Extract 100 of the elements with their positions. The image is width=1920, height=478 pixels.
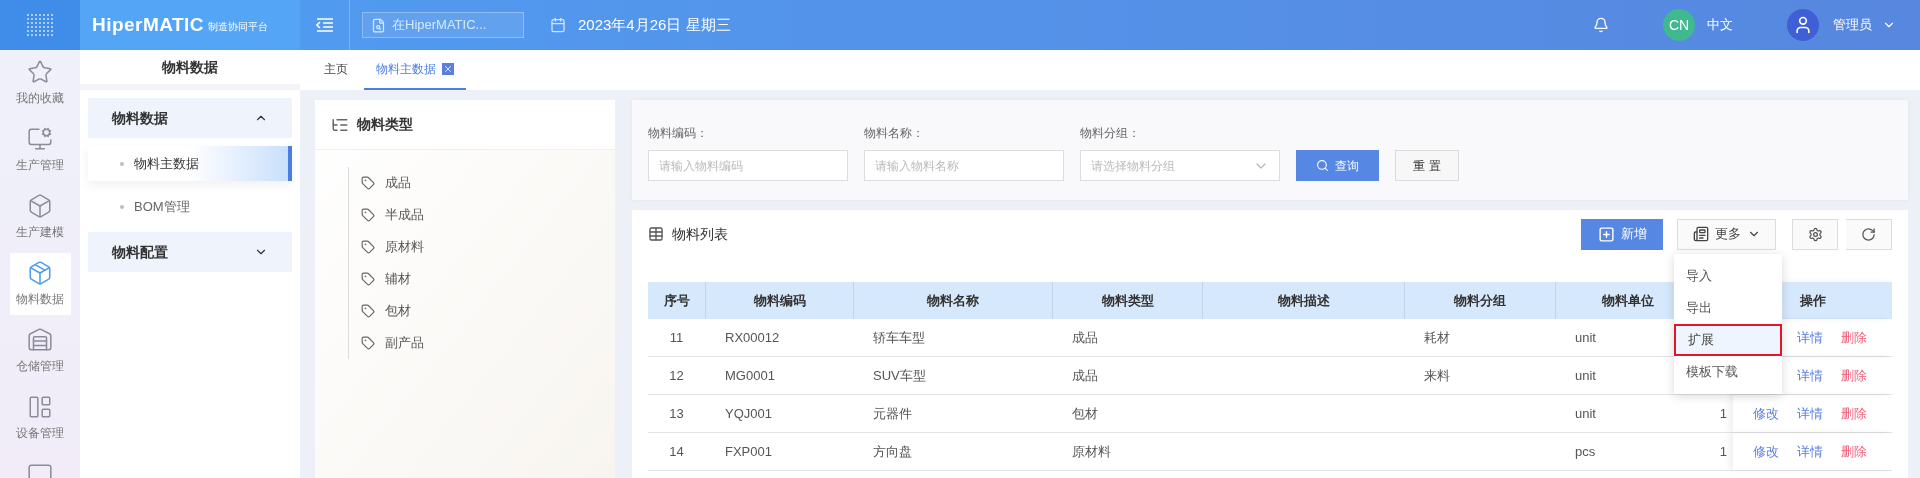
tab[interactable]: 主页 <box>312 50 360 90</box>
action-link[interactable]: 删除 <box>1841 441 1885 462</box>
column-header: 物料描述 <box>1277 291 1330 310</box>
table-cell-text: 方向盘 <box>872 442 913 461</box>
action-link[interactable]: 修改 <box>1753 441 1797 462</box>
refresh-button[interactable] <box>1846 218 1892 250</box>
table-cell-text: 成品 <box>1071 366 1099 385</box>
tag-icon <box>361 272 375 286</box>
table-cell-text: 原材料 <box>1071 442 1112 461</box>
tree-item[interactable]: 半成品 <box>349 199 424 231</box>
action-link[interactable]: 删除 <box>1841 403 1885 424</box>
tree-item[interactable]: 原材料 <box>349 231 424 263</box>
column-header: 物料分组 <box>1454 291 1506 310</box>
settings-icon <box>1807 226 1823 242</box>
input-field[interactable]: 请输入物料编码 <box>659 156 837 175</box>
tab[interactable]: 物料主数据 <box>364 50 466 90</box>
refresh-icon <box>1861 226 1876 242</box>
rail-item[interactable]: 生产建模 <box>9 186 71 248</box>
input-box[interactable]: 请输入物料编码 <box>648 150 848 181</box>
column-header: 序号 <box>663 291 690 310</box>
input-box[interactable]: 请输入物料名称 <box>864 150 1064 181</box>
column-header: 物料编码 <box>753 291 806 310</box>
menu-option[interactable]: 模板下载 <box>1674 355 1782 388</box>
menu-group[interactable]: 物料数据 <box>88 98 292 138</box>
date-text: 2023年4月26日 星期三 <box>578 14 731 35</box>
query-button[interactable]: 查询 <box>1296 150 1379 181</box>
add-button[interactable]: 新增 <box>1581 218 1663 250</box>
rail-item[interactable]: 我的收藏 <box>9 52 71 114</box>
input-field[interactable]: 请输入物料名称 <box>875 156 1053 175</box>
tag-icon <box>361 176 375 190</box>
menu-option[interactable]: 导入 <box>1674 259 1782 292</box>
avatar-icon[interactable] <box>1787 9 1819 41</box>
table-cell: unit <box>1575 405 1596 421</box>
search-field[interactable]: 在HiperMATIC... <box>362 12 524 38</box>
warehouse-icon <box>27 327 53 353</box>
select-box[interactable]: 请选择物料分组 <box>1080 150 1280 181</box>
monitor-gear-icon <box>27 126 53 152</box>
reset-button[interactable]: 重 置 <box>1395 150 1459 181</box>
panel-title: 物料类型 <box>357 115 413 134</box>
menu-item[interactable]: BOM管理 <box>88 189 292 224</box>
action-link[interactable]: 详情 <box>1797 365 1841 386</box>
tree-item[interactable]: 副产品 <box>349 327 424 359</box>
language-badge[interactable]: CN <box>1663 9 1695 41</box>
rail-item[interactable]: 生产管理 <box>9 119 71 181</box>
table-icon <box>648 226 664 242</box>
table-cell-text: 成品 <box>1071 328 1099 347</box>
close-icon[interactable] <box>442 63 454 75</box>
field-label: 物料分组： <box>1080 125 1141 142</box>
action-link[interactable]: 详情 <box>1797 327 1841 348</box>
table-cell-text: RX00012 <box>724 328 781 347</box>
menu-icon[interactable] <box>315 17 334 33</box>
action-link[interactable]: 详情 <box>1797 403 1841 424</box>
search-input[interactable]: 在HiperMATIC... <box>392 15 515 35</box>
star-icon <box>27 59 53 85</box>
add-icon <box>1597 225 1615 243</box>
action-link[interactable]: 详情 <box>1797 441 1841 462</box>
table-cell-text: 11 <box>668 328 685 347</box>
table-cell-text: 1 <box>1718 442 1728 461</box>
brand-name: HiperMATIC <box>92 12 205 37</box>
tree-item[interactable]: 成品 <box>349 167 424 199</box>
tree-item[interactable]: 包材 <box>349 295 424 327</box>
user-name[interactable]: 管理员 <box>1833 15 1872 35</box>
notification-icon[interactable] <box>1593 17 1609 33</box>
table-cell-text: 12 <box>668 366 685 385</box>
table-cell: unit <box>1575 367 1596 383</box>
language-label[interactable]: 中文 <box>1707 15 1733 35</box>
more-button[interactable]: 更多 <box>1677 218 1776 250</box>
menu-option[interactable]: 扩展 <box>1674 323 1782 356</box>
settings-button[interactable] <box>1792 218 1838 250</box>
action-link[interactable]: 删除 <box>1841 365 1885 386</box>
menu-item[interactable]: 物料主数据 <box>88 146 292 181</box>
table-cell-text: FXP001 <box>724 442 773 461</box>
logo-icon <box>25 13 55 37</box>
search-icon <box>371 17 386 33</box>
rail-item[interactable]: 仓储管理 <box>9 320 71 382</box>
package-icon <box>27 260 53 286</box>
menu-option[interactable]: 导出 <box>1674 291 1782 324</box>
action-link[interactable]: 删除 <box>1841 327 1885 348</box>
action-link[interactable]: 修改 <box>1753 403 1797 424</box>
menu-group[interactable]: 物料配置 <box>88 232 292 272</box>
brand-subtitle: 制造协同平台 <box>208 20 269 34</box>
column-header: 物料名称 <box>927 291 979 310</box>
table-cell-text: MG0001 <box>724 366 776 385</box>
table-cell-text: 1 <box>1718 404 1728 423</box>
tree-item[interactable]: 辅材 <box>349 263 424 295</box>
select-field[interactable]: 请选择物料分组 <box>1091 156 1253 175</box>
tag-icon <box>361 208 375 222</box>
field-label: 物料名称： <box>864 125 925 142</box>
rail-item[interactable]: 物料数据 <box>9 253 71 315</box>
cube-icon <box>27 193 53 219</box>
rail-item[interactable]: 设备管理 <box>9 387 71 449</box>
tag-icon <box>361 304 375 318</box>
table-cell: unit <box>1575 329 1596 345</box>
search-icon <box>1316 159 1329 172</box>
table-cell-text: 轿车车型 <box>872 328 926 347</box>
tag-icon <box>361 336 375 350</box>
column-header: 物料单位 <box>1602 291 1654 310</box>
column-header: 物料类型 <box>1101 291 1154 310</box>
tag-icon <box>361 240 375 254</box>
table-cell-text: YQJ001 <box>724 404 773 423</box>
